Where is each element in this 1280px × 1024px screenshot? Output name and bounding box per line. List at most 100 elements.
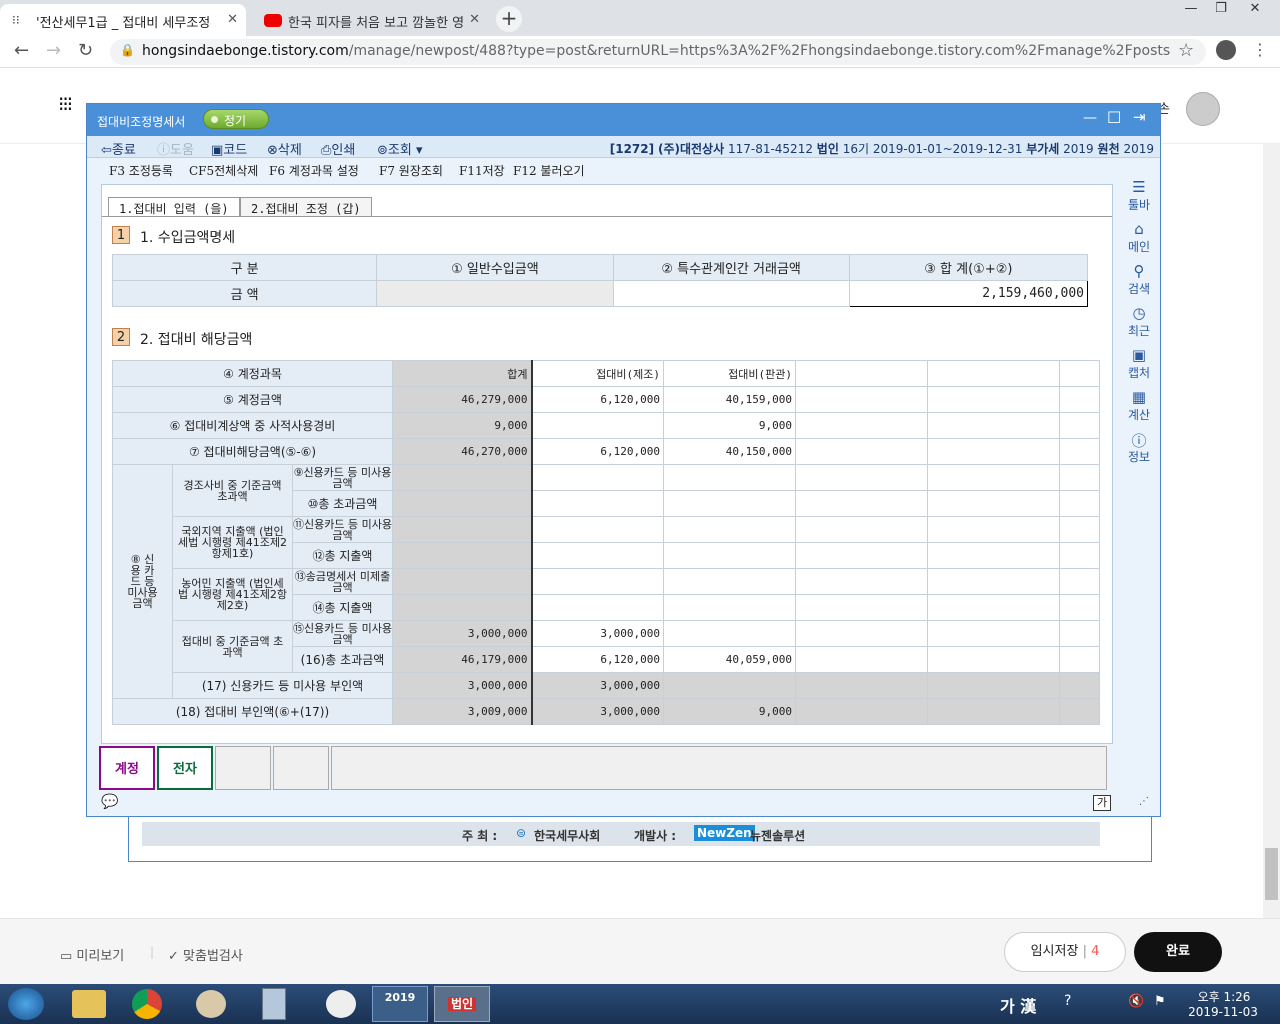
resize-grip-icon[interactable]: ⋰ bbox=[1139, 796, 1149, 807]
col-sum: 합계 bbox=[392, 360, 532, 387]
section-2-title: 2. 접대비 해당금액 bbox=[140, 332, 253, 348]
calculator-icon[interactable] bbox=[262, 988, 286, 1020]
cf5-button[interactable]: CF5전체삭제 bbox=[189, 162, 258, 179]
preview-button[interactable]: ▭ 미리보기 bbox=[60, 945, 124, 964]
tab-account[interactable]: 계정 bbox=[99, 746, 155, 790]
restore-icon[interactable]: ❐ bbox=[1206, 0, 1236, 20]
close-tab-icon[interactable]: ✕ bbox=[227, 12, 238, 27]
kclep-2019-icon[interactable]: 2019 bbox=[372, 986, 428, 1022]
side-recent-button[interactable]: ◷ 최근 bbox=[1119, 304, 1159, 339]
app-footer: 주 최 : ⊜ 한국세무사회 개발사 : NewZen 뉴젠솔루션 bbox=[142, 822, 1100, 846]
new-tab-button[interactable]: + bbox=[496, 6, 522, 32]
related-party-input[interactable] bbox=[612, 280, 850, 307]
row-amount-label: 금 액 bbox=[111, 280, 378, 307]
table-row: (18) 접대비 부인액(⑥+(17)) 3,009,000 3,000,000… bbox=[112, 698, 1100, 725]
start-button[interactable] bbox=[8, 988, 44, 1020]
print-button[interactable]: ⎙인쇄 bbox=[321, 139, 355, 158]
spellcheck-button[interactable]: ✓ 맞춤법검사 bbox=[168, 945, 243, 964]
clock-date[interactable]: 2019-11-03 bbox=[1180, 1005, 1266, 1019]
reload-icon[interactable]: ↻ bbox=[78, 40, 93, 61]
side-calculator-button[interactable]: ▦ 계산 bbox=[1119, 388, 1159, 423]
f11-button[interactable]: F11저장 bbox=[459, 162, 505, 179]
side-search-button[interactable]: ⚲ 검색 bbox=[1119, 262, 1159, 297]
browser-tab-youtube[interactable]: 한국 피자를 처음 보고 깜놀한 영 ✕ bbox=[252, 4, 488, 36]
avatar[interactable] bbox=[1186, 92, 1220, 126]
language-toggle-button[interactable]: 가 bbox=[1093, 795, 1111, 811]
snipping-icon[interactable] bbox=[326, 990, 356, 1018]
minimize-icon[interactable]: — bbox=[1083, 110, 1097, 126]
app-toolbar: ⇦종료 ⓘ도움 ▣코드 ⊗삭제 ⎙인쇄 ⊚조회 ▾ [1272] (주)대전상사… bbox=[87, 136, 1160, 158]
bookmark-star-icon[interactable]: ☆ bbox=[1178, 40, 1194, 61]
side-toolbar-button[interactable]: ☰ 툴바 bbox=[1119, 178, 1159, 213]
section-1-number: 1 bbox=[112, 226, 130, 244]
section-2-number: 2 bbox=[112, 328, 130, 346]
side-capture-button[interactable]: ▣ 캡처 bbox=[1119, 346, 1159, 381]
tistory-favicon-icon: ⁝⁝ bbox=[12, 13, 20, 27]
clock-time[interactable]: 오후 1:26 bbox=[1188, 988, 1260, 1005]
col-related-party: ② 특수관계인간 거래금액 bbox=[612, 254, 850, 281]
table-row: ⑦ 접대비해당금액(⑤-⑥) 46,270,000 6,120,000 40,1… bbox=[112, 438, 1100, 465]
explorer-icon[interactable] bbox=[72, 990, 106, 1018]
browser-tab-active[interactable]: ⁝⁝ '전산세무1급 _ 접대비 세무조정 ✕ bbox=[0, 4, 246, 36]
volume-icon[interactable]: 🔇 bbox=[1128, 994, 1144, 1009]
corporate-app-icon[interactable]: 법인 bbox=[434, 986, 490, 1022]
divider: | bbox=[150, 945, 155, 959]
menu-dots-icon[interactable]: ⋮ bbox=[1252, 40, 1268, 59]
clock-icon: ◷ bbox=[1132, 304, 1146, 322]
done-button[interactable]: 완료 bbox=[1134, 932, 1222, 972]
table-row: 농어민 지출액 (법인세법 시행령 제41조제2항제2호) ⑬송금명세서 미제출… bbox=[113, 568, 1100, 621]
company-info: [1272] (주)대전상사 117-81-45212 법인 16기 2019-… bbox=[609, 142, 1154, 156]
entertainment-table: ④ 계정과목 합계 접대비(제조) 접대비(판관) ⑤ 계정금액 46,279,… bbox=[112, 360, 1100, 725]
tab-empty[interactable] bbox=[273, 746, 329, 790]
code-button[interactable]: ▣코드 bbox=[211, 139, 247, 158]
total-revenue-cell[interactable]: 2,159,460,000 bbox=[848, 280, 1089, 307]
main-content: 1.접대비 입력 (을) 2.접대비 조정 (갑) 1 1. 수입금액명세 구 … bbox=[101, 184, 1113, 744]
tab-empty[interactable] bbox=[215, 746, 271, 790]
editor-bottom-bar: ▭ 미리보기 | ✓ 맞춤법검사 임시저장 | 4 완료 bbox=[0, 918, 1280, 984]
side-info-button[interactable]: ⓘ 정보 bbox=[1119, 430, 1159, 465]
browser-tab-bar: ⁝⁝ '전산세무1급 _ 접대비 세무조정 ✕ 한국 피자를 처음 보고 깜놀한… bbox=[0, 0, 1280, 36]
tab-electronic[interactable]: 전자 bbox=[157, 746, 213, 790]
scrollbar-thumb[interactable] bbox=[1265, 848, 1278, 900]
temp-save-button[interactable]: 임시저장 | 4 bbox=[1004, 932, 1126, 972]
minimize-icon[interactable]: — bbox=[1176, 0, 1206, 20]
tab-adjust[interactable]: 2.접대비 조정 (갑) bbox=[240, 197, 372, 216]
col-general-revenue: ① 일반수입금액 bbox=[376, 254, 614, 281]
profile-icon[interactable] bbox=[1216, 40, 1236, 60]
back-icon[interactable]: ← bbox=[14, 40, 29, 61]
tab-entry[interactable]: 1.접대비 입력 (을) bbox=[108, 197, 240, 216]
tistory-logo-icon[interactable]: ⁝⁝⁝ bbox=[58, 92, 73, 116]
chrome-icon[interactable] bbox=[132, 989, 162, 1019]
close-button[interactable]: ⇦종료 bbox=[101, 139, 136, 158]
info-icon: ⓘ bbox=[1131, 432, 1147, 450]
view-button[interactable]: ⊚조회 ▾ bbox=[377, 139, 423, 158]
table-row: 접대비 중 기준금액 초과액 ⑮신용카드 등 미사용금액 3,000,000 3… bbox=[113, 620, 1100, 673]
table-row: (17) 신용카드 등 미사용 부인액 3,000,000 3,000,000 bbox=[113, 672, 1100, 699]
close-tab-icon[interactable]: ✕ bbox=[469, 12, 480, 27]
chat-icon[interactable]: 💬 bbox=[101, 794, 118, 810]
f6-button[interactable]: F6 계정과목 설정 bbox=[269, 162, 359, 179]
help-button[interactable]: ⓘ도움 bbox=[157, 139, 194, 158]
table-row: ⑧ 신용 카드 등 미사용 금액 경조사비 중 기준금액 초과액 ⑨신용카드 등… bbox=[112, 464, 1100, 699]
maximize-icon[interactable]: ☐ bbox=[1107, 108, 1121, 127]
hamburger-icon: ☰ bbox=[1132, 178, 1146, 196]
exit-icon[interactable]: ⇥ bbox=[1133, 108, 1146, 126]
tab-divider bbox=[102, 216, 1112, 217]
side-main-button[interactable]: ⌂ 메인 bbox=[1119, 220, 1159, 255]
bottom-tabs: 계정 전자 bbox=[97, 746, 1109, 792]
f3-button[interactable]: F3 조정등록 bbox=[109, 162, 173, 179]
unused-card-group: ⑧ 신용 카드 등 미사용 금액 bbox=[112, 464, 173, 699]
help-icon[interactable]: ? bbox=[1064, 993, 1071, 1009]
home-icon: ⌂ bbox=[1134, 220, 1144, 238]
url-input[interactable]: 🔒 hongsindaebonge.tistory.com/manage/new… bbox=[110, 39, 1206, 65]
page-scrollbar[interactable] bbox=[1263, 144, 1280, 918]
regular-badge[interactable]: 정기 bbox=[203, 109, 269, 129]
f7-button[interactable]: F7 원장조회 bbox=[379, 162, 443, 179]
paint-icon[interactable] bbox=[196, 990, 226, 1018]
forward-icon[interactable]: → bbox=[46, 40, 61, 61]
network-icon[interactable]: ⚑ bbox=[1154, 994, 1166, 1009]
close-window-icon[interactable]: ✕ bbox=[1240, 0, 1270, 20]
delete-button[interactable]: ⊗삭제 bbox=[267, 139, 302, 158]
f12-button[interactable]: F12 불러오기 bbox=[513, 162, 585, 179]
ime-indicator[interactable]: 가 漢 bbox=[1000, 993, 1036, 1017]
